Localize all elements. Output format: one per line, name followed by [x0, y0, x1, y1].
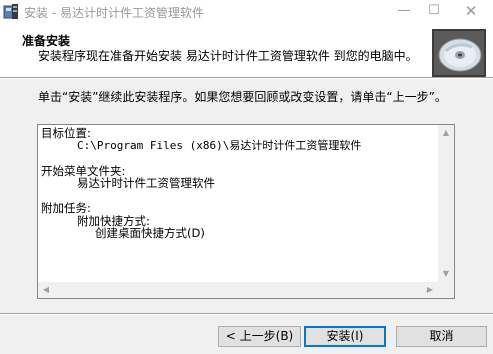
- vertical-scrollbar[interactable]: ▲ ▼: [438, 125, 454, 282]
- scroll-up-icon[interactable]: ▲: [438, 125, 454, 141]
- memo-line: 创建桌面快捷方式(D): [95, 226, 205, 240]
- cd-disc-icon: [432, 29, 486, 77]
- title-bar: 安装 - 易达计时计件工资管理软件 — ☐ ✕: [0, 0, 493, 24]
- scroll-down-icon[interactable]: ▼: [438, 266, 454, 282]
- scroll-right-icon[interactable]: ▶: [422, 282, 438, 298]
- horizontal-scrollbar[interactable]: ◀ ▶: [38, 282, 438, 298]
- back-button[interactable]: < 上一步(B): [218, 326, 301, 347]
- memo-line: 附加任务:: [41, 201, 91, 215]
- minimize-button[interactable]: —: [388, 0, 420, 24]
- cancel-button[interactable]: 取消: [396, 326, 487, 347]
- wizard-header: 准备安装 安装程序现在准备开始安装 易达计时计件工资管理软件 到您的电脑中。: [0, 24, 493, 77]
- memo-line: 易达计时计件工资管理软件: [77, 176, 215, 190]
- memo-line: [41, 152, 436, 165]
- settings-memo[interactable]: 目标位置: C:\Program Files (x86)\易达计时计件工资管理软件…: [37, 124, 455, 299]
- window-title: 安装 - 易达计时计件工资管理软件: [24, 6, 204, 20]
- memo-line: C:\Program Files (x86)\易达计时计件工资管理软件: [77, 138, 362, 152]
- installer-icon: [3, 4, 18, 19]
- install-button[interactable]: 安装(I): [304, 326, 386, 347]
- scroll-left-icon[interactable]: ◀: [38, 282, 54, 298]
- page-subtitle: 安装程序现在准备开始安装 易达计时计件工资管理软件 到您的电脑中。: [38, 49, 418, 63]
- maximize-button[interactable]: ☐: [418, 0, 450, 24]
- scroll-corner: [438, 282, 454, 298]
- memo-line: [41, 190, 436, 203]
- close-button[interactable]: ✕: [455, 0, 487, 24]
- memo-content: 目标位置: C:\Program Files (x86)\易达计时计件工资管理软件…: [41, 127, 436, 282]
- memo-line: 目标位置:: [41, 127, 91, 140]
- instruction-text: 单击“安装”继续此安装程序。如果您想要回顾或改变设置，请单击“上一步”。: [38, 90, 447, 104]
